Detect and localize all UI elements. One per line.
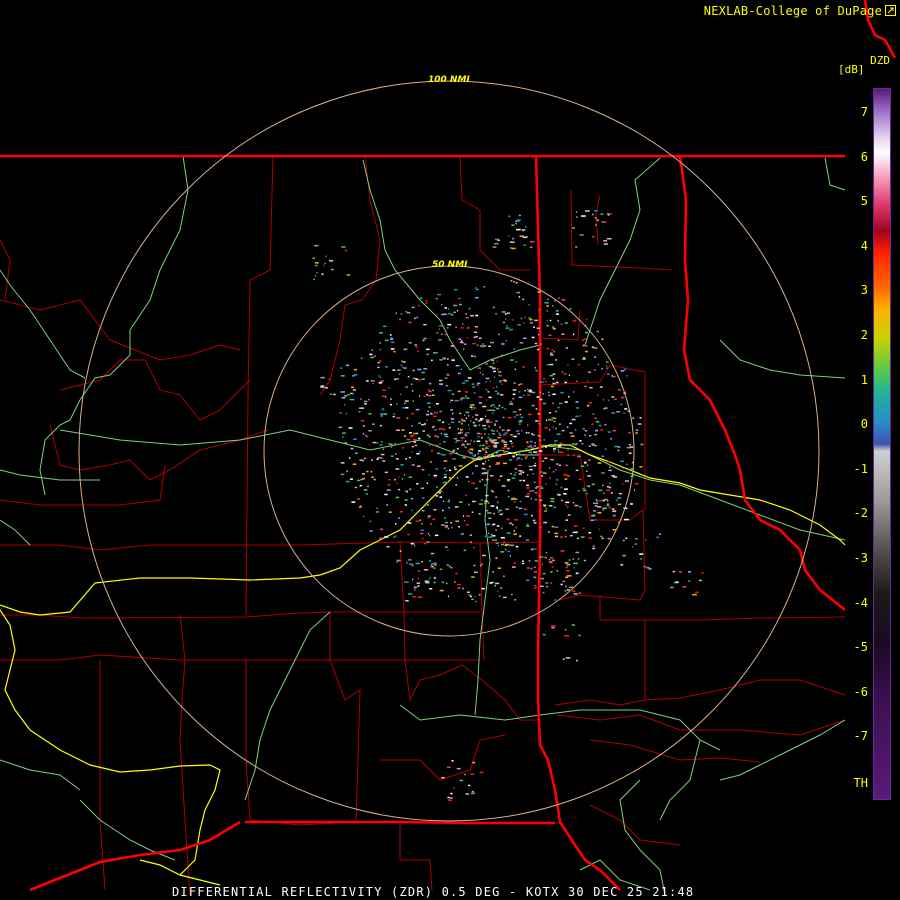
- color-scale-tick: 6: [860, 149, 868, 164]
- color-scale-tick: -3: [853, 551, 868, 565]
- color-scale-tick: 1: [860, 372, 868, 387]
- color-scale-tick: -1: [853, 461, 868, 476]
- units-label: [dB]: [838, 63, 865, 76]
- color-scale-tick: -4: [853, 595, 868, 610]
- credit-label: NEXLAB-College of DuPage: [703, 4, 882, 18]
- radar-caption: DIFFERENTIAL REFLECTIVITY (ZDR) 0.5 DEG …: [172, 885, 695, 899]
- radar-viewer: 100 NMI 50 NMI NEXLAB-College of DuPage …: [0, 0, 900, 900]
- external-link-icon[interactable]: [885, 5, 896, 16]
- color-scale-tick: TH: [853, 776, 868, 790]
- range-ring-label-50nmi: 50 NMI: [432, 260, 468, 270]
- range-ring-label-100nmi: 100 NMI: [428, 75, 470, 85]
- color-scale-tick: 5: [860, 194, 868, 209]
- color-scale-tick: 0: [860, 417, 868, 432]
- color-scale-tick: -5: [853, 640, 868, 655]
- product-code: DZD: [870, 54, 890, 67]
- color-scale-tick: -7: [853, 729, 868, 744]
- color-scale-tick: 2: [860, 328, 868, 342]
- color-scale-bar: [873, 88, 891, 800]
- radar-map[interactable]: 100 NMI 50 NMI: [0, 0, 900, 900]
- color-scale-tick: 3: [860, 283, 868, 298]
- color-scale-tick: -6: [853, 684, 868, 699]
- color-scale-tick: -2: [853, 506, 868, 521]
- color-scale-tick: 4: [860, 238, 868, 253]
- color-scale-tick: 7: [860, 105, 868, 119]
